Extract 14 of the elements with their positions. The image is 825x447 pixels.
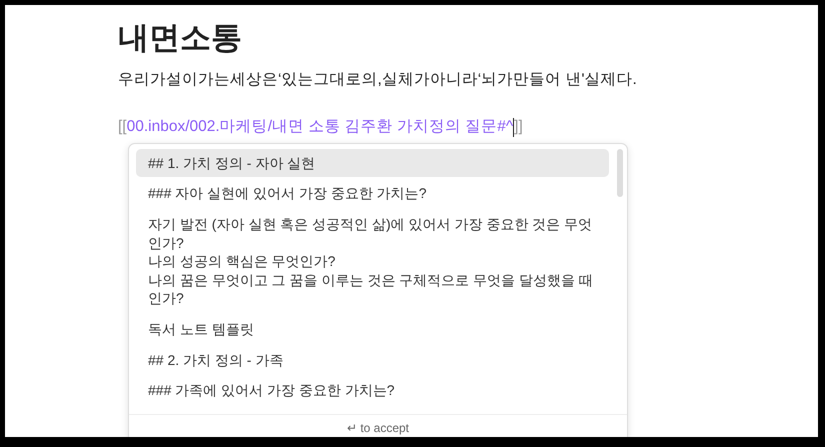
link-bracket: [[ bbox=[118, 117, 127, 138]
suggestion-item[interactable]: 독서 노트 템플릿 bbox=[136, 314, 609, 344]
paragraph: 우리가설이가는세상은‘있는그대로의,실체가아니라‘뇌가만들어 낸'실제다. bbox=[118, 70, 638, 90]
footer-hint: ↵ to accept bbox=[346, 420, 410, 435]
suggestion-item[interactable]: ### 가족에 있어서 가장 중요한 가치는? bbox=[136, 376, 609, 405]
suggestion-item[interactable]: ## 2. 가치 정의 - 가족 bbox=[136, 346, 609, 374]
link-bracket: ]] bbox=[514, 117, 523, 138]
scrollbar-thumb[interactable] bbox=[617, 148, 623, 197]
link-text[interactable]: 00.inbox/002.마케팅/내면 소통 김주환 가치정의 질문#^ bbox=[126, 115, 514, 139]
suggestion-item[interactable]: ## 1. 가치 정의 - 자아 실현 bbox=[136, 148, 609, 178]
suggestion-item[interactable]: ### 자아 실현에 있어서 가장 중요한 가치는? bbox=[136, 179, 609, 208]
note-title: 내면소통 bbox=[118, 19, 243, 56]
suggestion-item[interactable]: 자기 발전 (자아 실현 혹은 성공적인 삶)에 있어서 가장 중요한 것은 무엇인가? 나의 성공의 핵심은 무엇인가? 나의 꿈은 무엇이고 그 꿈을 이루는 것은 구체적으로 무엇을 달성했을 때인가? bbox=[136, 210, 609, 313]
text-cursor bbox=[513, 118, 514, 137]
